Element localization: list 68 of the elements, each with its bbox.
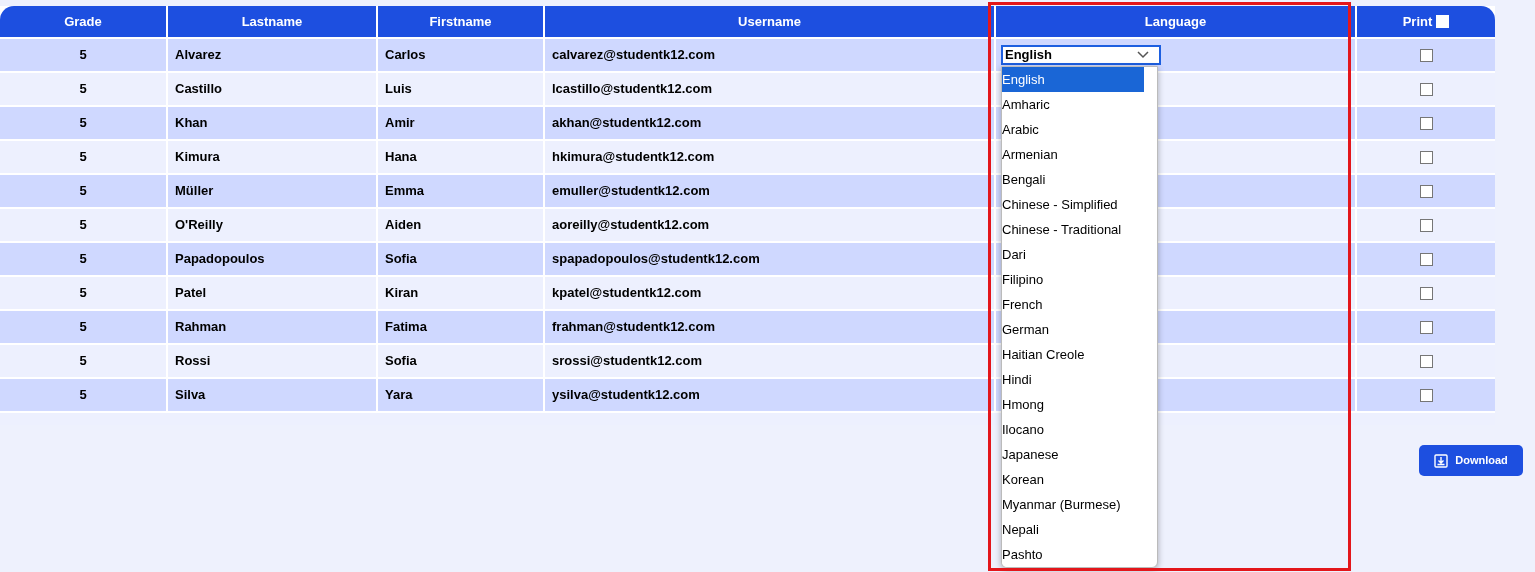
print-checkbox[interactable] bbox=[1419, 218, 1433, 232]
print-checkbox[interactable] bbox=[1419, 48, 1433, 62]
table-cell: Müller bbox=[168, 175, 376, 207]
language-option[interactable]: Pashto bbox=[1002, 542, 1144, 567]
table-cell: Rahman bbox=[168, 311, 376, 343]
table-cell: 5 bbox=[0, 209, 166, 241]
column-label: Language bbox=[1144, 12, 1207, 31]
table-cell: Yara bbox=[378, 379, 543, 411]
print-checkbox[interactable] bbox=[1419, 320, 1433, 334]
table-cell: Fatima bbox=[378, 311, 543, 343]
table-cell: 5 bbox=[0, 175, 166, 207]
download-icon bbox=[1434, 453, 1449, 468]
download-button[interactable]: Download bbox=[1419, 445, 1523, 476]
column-label: Grade bbox=[64, 12, 102, 31]
table-cell: akhan@studentk12.com bbox=[545, 107, 994, 139]
table-cell: 5 bbox=[0, 379, 166, 411]
print-checkbox[interactable] bbox=[1419, 252, 1433, 266]
print-checkbox[interactable] bbox=[1419, 82, 1433, 96]
table-cell: calvarez@studentk12.com bbox=[545, 39, 994, 71]
table-cell: Alvarez bbox=[168, 39, 376, 71]
table-cell: O'Reilly bbox=[168, 209, 376, 241]
table-cell: emuller@studentk12.com bbox=[545, 175, 994, 207]
table-cell: Kimura bbox=[168, 141, 376, 173]
table-cell: 5 bbox=[0, 311, 166, 343]
print-checkbox[interactable] bbox=[1419, 116, 1433, 130]
column-label: Lastname bbox=[241, 12, 303, 31]
table-cell: 5 bbox=[0, 243, 166, 275]
table-cell: Silva bbox=[168, 379, 376, 411]
language-option[interactable]: English bbox=[1002, 67, 1144, 92]
print-checkbox[interactable] bbox=[1419, 286, 1433, 300]
print-checkbox[interactable] bbox=[1419, 388, 1433, 402]
column-label: Firstname bbox=[429, 12, 492, 31]
table-cell: Rossi bbox=[168, 345, 376, 377]
table-cell: Amir bbox=[378, 107, 543, 139]
table-cell: Hana bbox=[378, 141, 543, 173]
table-cell: ysilva@studentk12.com bbox=[545, 379, 994, 411]
print-checkbox[interactable] bbox=[1419, 184, 1433, 198]
column-label: Print bbox=[1402, 12, 1433, 31]
table-cell: Emma bbox=[378, 175, 543, 207]
table-cell: 5 bbox=[0, 141, 166, 173]
column-label: Username bbox=[738, 12, 801, 31]
table-cell: Patel bbox=[168, 277, 376, 309]
table-cell: Aiden bbox=[378, 209, 543, 241]
table-cell: Castillo bbox=[168, 73, 376, 105]
table-cell: Papadopoulos bbox=[168, 243, 376, 275]
table-cell: srossi@studentk12.com bbox=[545, 345, 994, 377]
table-cell: Sofia bbox=[378, 345, 543, 377]
print-checkbox[interactable] bbox=[1419, 150, 1433, 164]
table-cell: 5 bbox=[0, 277, 166, 309]
table-cell: 5 bbox=[0, 107, 166, 139]
table-cell: Carlos bbox=[378, 39, 543, 71]
table-cell: Khan bbox=[168, 107, 376, 139]
select-all-checkbox[interactable] bbox=[1436, 15, 1450, 28]
table-cell: spapadopoulos@studentk12.com bbox=[545, 243, 994, 275]
table-cell: frahman@studentk12.com bbox=[545, 311, 994, 343]
table-cell: hkimura@studentk12.com bbox=[545, 141, 994, 173]
print-checkbox[interactable] bbox=[1419, 354, 1433, 368]
language-select[interactable]: English bbox=[1001, 45, 1161, 65]
table-cell: aoreilly@studentk12.com bbox=[545, 209, 994, 241]
table-cell: lcastillo@studentk12.com bbox=[545, 73, 994, 105]
table-cell: kpatel@studentk12.com bbox=[545, 277, 994, 309]
table-cell: 5 bbox=[0, 39, 166, 71]
table-cell: 5 bbox=[0, 73, 166, 105]
table-cell: 5 bbox=[0, 345, 166, 377]
table-cell: Sofia bbox=[378, 243, 543, 275]
table-cell: Luis bbox=[378, 73, 543, 105]
table-cell: Kiran bbox=[378, 277, 543, 309]
chevron-down-icon bbox=[1137, 51, 1149, 59]
